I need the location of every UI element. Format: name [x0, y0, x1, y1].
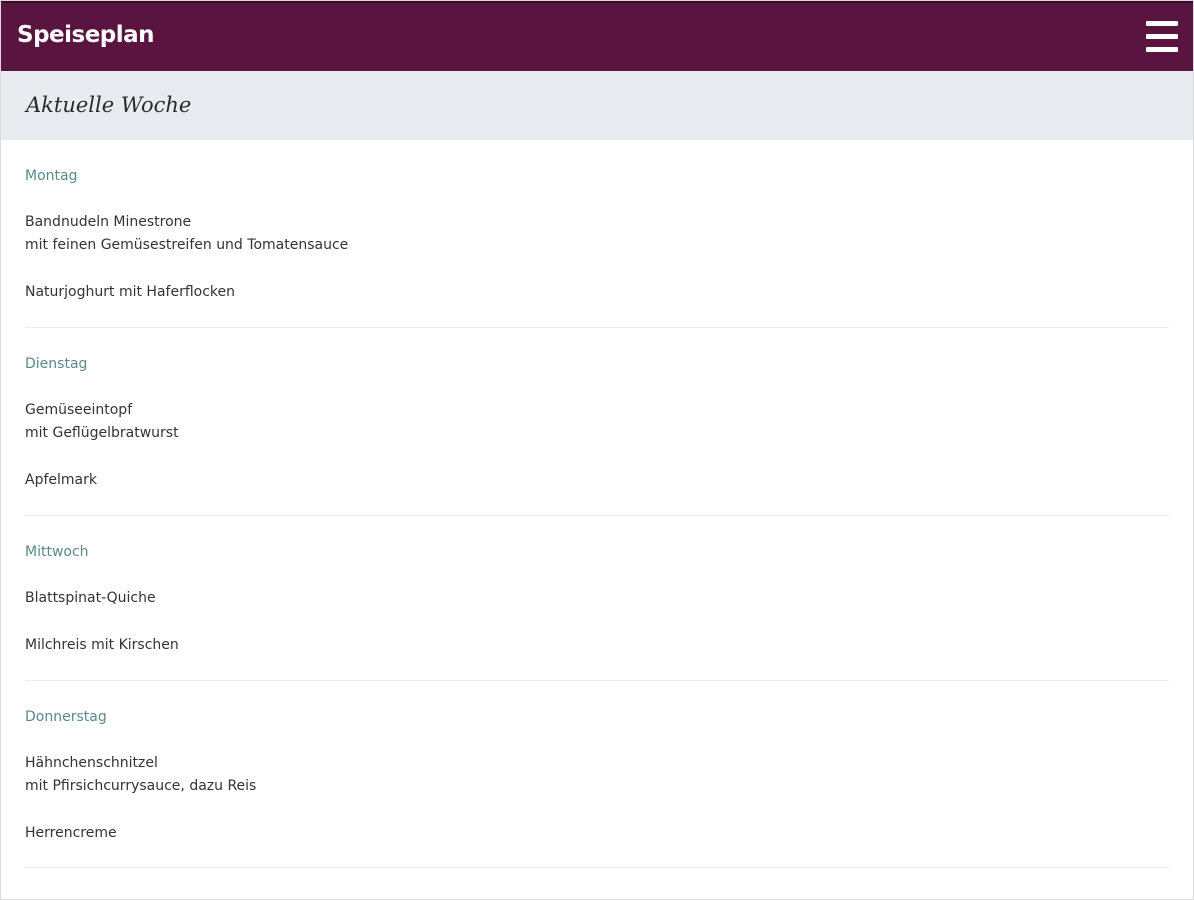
day-name: Mittwoch	[25, 544, 89, 560]
top-bar: Speiseplan	[1, 1, 1193, 71]
dessert-line: Herrencreme	[25, 825, 117, 841]
day-name: Donnerstag	[25, 709, 107, 725]
dessert: Herrencreme	[25, 822, 117, 845]
main-dish: Gemüseeintopf mit Geflügelbratwurst	[25, 399, 179, 445]
main-dish: Blattspinat-Quiche	[25, 587, 156, 610]
menu-list: Montag Bandnudeln Minestrone mit feinen …	[1, 140, 1193, 899]
hamburger-menu-icon[interactable]	[1144, 19, 1180, 55]
dessert: Naturjoghurt mit Haferflocken	[25, 281, 235, 304]
app-frame: Speiseplan Aktuelle Woche Montag Bandnud…	[0, 0, 1194, 900]
day-name: Dienstag	[25, 356, 88, 372]
day-section-dienstag: Dienstag Gemüseeintopf mit Geflügelbratw…	[25, 356, 1169, 516]
dessert: Apfelmark	[25, 469, 97, 492]
dessert-line: Milchreis mit Kirschen	[25, 637, 179, 653]
week-header: Aktuelle Woche	[1, 71, 1193, 140]
dessert-line: Apfelmark	[25, 472, 97, 488]
main-dish-line: Blattspinat-Quiche	[25, 590, 156, 606]
main-dish-line: Bandnudeln Minestrone	[25, 214, 192, 230]
week-title: Aktuelle Woche	[26, 93, 192, 117]
app-title: Speiseplan	[17, 22, 155, 48]
main-dish-line: mit feinen Gemüsestreifen und Tomatensau…	[25, 237, 349, 253]
dessert: Milchreis mit Kirschen	[25, 634, 179, 657]
day-section-mittwoch: Mittwoch Blattspinat-Quiche Milchreis mi…	[25, 544, 1169, 681]
day-section-donnerstag: Donnerstag Hähnchenschnitzel mit Pfirsic…	[25, 709, 1169, 868]
main-dish-line: Hähnchenschnitzel	[25, 755, 158, 771]
main-dish-line: mit Geflügelbratwurst	[25, 425, 179, 441]
day-section-montag: Montag Bandnudeln Minestrone mit feinen …	[25, 168, 1169, 328]
main-dish-line: Gemüseeintopf	[25, 402, 133, 418]
dessert-line: Naturjoghurt mit Haferflocken	[25, 284, 235, 300]
main-dish: Bandnudeln Minestrone mit feinen Gemüses…	[25, 211, 348, 257]
day-name: Montag	[25, 168, 78, 184]
main-dish-line: mit Pfirsichcurrysauce, dazu Reis	[25, 778, 257, 794]
main-dish: Hähnchenschnitzel mit Pfirsichcurrysauce…	[25, 752, 256, 798]
